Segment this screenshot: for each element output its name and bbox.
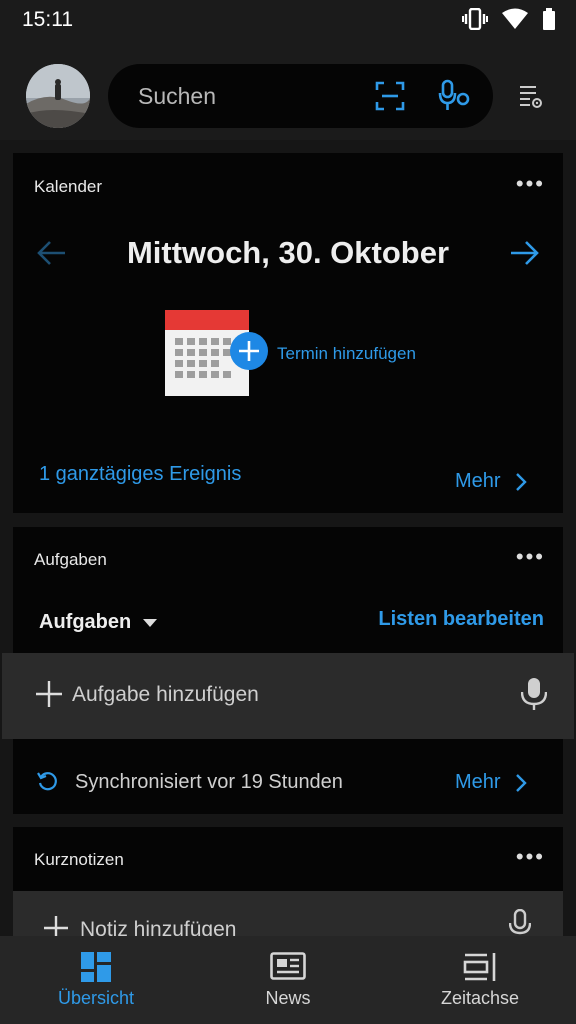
calendar-more-button[interactable]: Mehr [455, 470, 527, 493]
add-task-label: Aufgabe hinzufügen [72, 683, 259, 706]
nav-timeline[interactable]: Zeitachse [384, 936, 576, 1024]
more-options-icon[interactable]: ••• [516, 844, 545, 870]
search-bar[interactable]: Suchen [108, 64, 493, 128]
chevron-right-icon [515, 472, 527, 491]
calendar-date: Mittwoch, 30. Oktober [126, 235, 450, 270]
nav-label: News [265, 988, 311, 1008]
timeline-icon [463, 953, 496, 981]
calendar-icon[interactable] [165, 308, 271, 400]
status-icons [462, 8, 556, 30]
feed-settings-icon[interactable] [518, 84, 544, 110]
search-input[interactable]: Suchen [138, 83, 216, 110]
add-event-link[interactable]: Termin hinzufügen [277, 344, 416, 364]
nav-news[interactable]: News [192, 936, 384, 1024]
task-list-name: Aufgaben [39, 611, 132, 633]
chevron-right-icon [515, 773, 527, 792]
news-icon [270, 952, 306, 980]
sync-status-row: Synchronisiert vor 19 Stunden Mehr [13, 740, 563, 813]
nav-label: Übersicht [57, 988, 135, 1008]
add-note-label: Notiz hinzufügen [80, 918, 237, 936]
voice-search-icon[interactable] [438, 79, 472, 113]
card-title: Aufgaben [34, 550, 107, 569]
more-options-icon[interactable]: ••• [516, 171, 545, 197]
microphone-icon[interactable] [509, 909, 531, 936]
notes-card: Kurznotizen ••• Notiz hinzufügen [13, 827, 563, 936]
card-title: Kalender [34, 177, 103, 196]
scan-icon[interactable] [375, 81, 405, 111]
more-label: Mehr [455, 771, 501, 793]
vibrate-icon [462, 8, 488, 30]
status-time: 15:11 [22, 8, 73, 31]
edit-lists-button[interactable]: Listen bearbeiten [378, 608, 544, 631]
arrow-right-icon[interactable] [509, 240, 539, 266]
more-options-icon[interactable]: ••• [516, 544, 545, 570]
microphone-icon[interactable] [521, 677, 547, 711]
avatar[interactable] [26, 64, 90, 128]
bottom-navigation: Übersicht News Zeitachse [0, 936, 576, 1024]
nav-overview[interactable]: Übersicht [0, 936, 192, 1024]
task-list-dropdown[interactable]: Aufgaben [39, 611, 158, 634]
header: Suchen [0, 40, 576, 140]
tasks-more-button[interactable]: Mehr [455, 771, 527, 794]
more-label: Mehr [455, 470, 501, 492]
wifi-icon [502, 8, 528, 29]
dashboard-icon [81, 952, 111, 982]
battery-icon [543, 8, 555, 30]
sync-status-text: Synchronisiert vor 19 Stunden [75, 771, 343, 793]
card-title: Kurznotizen [34, 850, 124, 869]
nav-label: Zeitachse [440, 988, 520, 1008]
add-task-field[interactable]: Aufgabe hinzufügen [2, 653, 574, 739]
plus-icon [44, 916, 68, 936]
plus-icon [36, 681, 62, 707]
feed-content[interactable]: Kalender ••• Mittwoch, 30. Oktober Termi… [0, 140, 576, 936]
dropdown-arrow-icon [143, 618, 158, 627]
status-bar: 15:11 [0, 0, 576, 40]
sync-icon [37, 772, 57, 791]
calendar-card: Kalender ••• Mittwoch, 30. Oktober Termi… [13, 153, 563, 513]
add-note-field[interactable]: Notiz hinzufügen [13, 891, 563, 936]
all-day-events-link[interactable]: 1 ganztägiges Ereignis [39, 463, 241, 486]
